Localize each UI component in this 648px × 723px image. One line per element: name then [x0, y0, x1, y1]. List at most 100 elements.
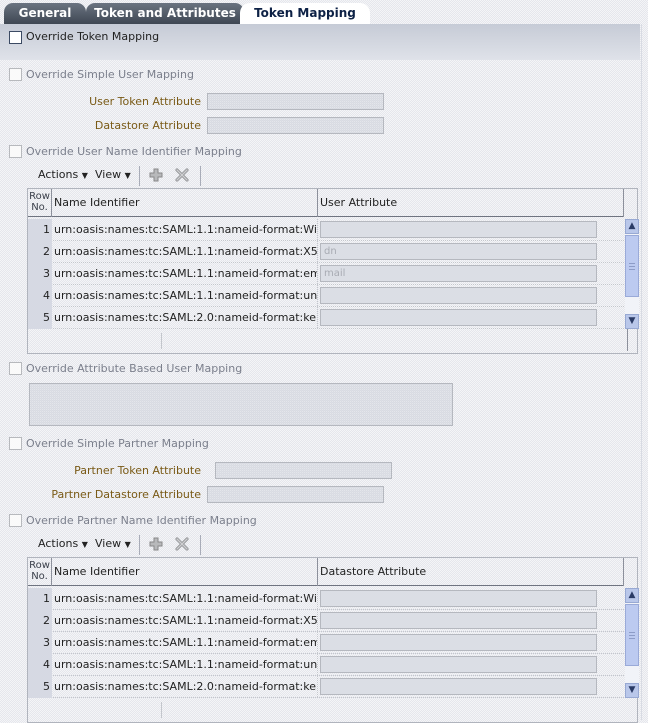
- name-identifier-cell: urn:oasis:names:tc:SAML:1.1:nameid-forma…: [52, 219, 318, 240]
- row-number: 3: [28, 263, 52, 285]
- override-simple-partner-mapping-checkbox[interactable]: [9, 437, 22, 450]
- chevron-down-icon: ▼: [124, 171, 131, 180]
- override-user-name-identifier-mapping-checkbox[interactable]: [9, 145, 22, 158]
- actions-menu[interactable]: Actions ▼: [38, 168, 88, 181]
- add-icon[interactable]: [148, 167, 164, 183]
- override-token-mapping-checkbox[interactable]: [9, 31, 22, 44]
- user-attribute-input[interactable]: dn: [320, 243, 597, 260]
- override-attribute-based-user-mapping-checkbox[interactable]: [9, 362, 22, 375]
- partner-datastore-attribute-input[interactable]: [207, 486, 384, 503]
- table-header: Row No. Name Identifier User Attribute: [28, 189, 624, 217]
- view-menu-label: View: [95, 537, 122, 550]
- table-row[interactable]: 3 urn:oasis:names:tc:SAML:1.1:nameid-for…: [28, 632, 624, 654]
- table-row[interactable]: 5 urn:oasis:names:tc:SAML:2.0:nameid-for…: [28, 676, 624, 698]
- table-header: Row No. Name Identifier Datastore Attribu…: [28, 558, 624, 586]
- tab-general[interactable]: General: [4, 3, 86, 24]
- name-identifier-cell: urn:oasis:names:tc:SAML:2.0:nameid-forma…: [52, 676, 318, 697]
- table-footer: [28, 329, 648, 353]
- table-row[interactable]: 3 urn:oasis:names:tc:SAML:1.1:nameid-for…: [28, 263, 624, 285]
- row-number: 2: [28, 241, 52, 263]
- user-attribute-input[interactable]: [320, 221, 597, 238]
- name-identifier-cell: urn:oasis:names:tc:SAML:1.1:nameid-forma…: [52, 632, 318, 653]
- table-row[interactable]: 5 urn:oasis:names:tc:SAML:2.0:nameid-for…: [28, 307, 624, 329]
- footer-divider: [161, 333, 162, 349]
- table-row[interactable]: 1 urn:oasis:names:tc:SAML:1.1:nameid-for…: [28, 219, 624, 241]
- user-mapping-toolbar: Actions ▼ View ▼: [28, 165, 628, 187]
- chevron-down-icon: ▼: [81, 540, 88, 549]
- user-attribute-input[interactable]: mail: [320, 265, 597, 282]
- datastore-attribute-input[interactable]: [320, 656, 597, 673]
- scroll-thumb[interactable]: [625, 604, 639, 666]
- add-icon[interactable]: [148, 536, 164, 552]
- override-partner-name-identifier-mapping-checkbox[interactable]: [9, 514, 22, 527]
- scroll-grip: [629, 266, 635, 267]
- column-header-row-no: Row No.: [28, 558, 52, 586]
- column-header-name-identifier[interactable]: Name Identifier: [52, 189, 318, 217]
- name-identifier-cell: urn:oasis:names:tc:SAML:1.1:nameid-forma…: [52, 654, 318, 675]
- tab-bar: General Token and Attributes Token Mappi…: [0, 0, 648, 24]
- user-token-attribute-input[interactable]: [207, 93, 384, 110]
- scroll-up-button[interactable]: ▲: [625, 588, 639, 603]
- tab-token-mapping[interactable]: Token Mapping: [240, 3, 370, 24]
- table-row[interactable]: 2 urn:oasis:names:tc:SAML:1.1:nameid-for…: [28, 610, 624, 632]
- table-row[interactable]: 1 urn:oasis:names:tc:SAML:1.1:nameid-for…: [28, 588, 624, 610]
- user-attribute-input[interactable]: [320, 287, 597, 304]
- name-identifier-cell: urn:oasis:names:tc:SAML:2.0:nameid-forma…: [52, 307, 318, 328]
- scroll-up-button[interactable]: ▲: [625, 219, 639, 234]
- row-no-line1: Row: [29, 191, 50, 202]
- row-number: 2: [28, 610, 52, 632]
- row-number: 5: [28, 676, 52, 698]
- view-menu-label: View: [95, 168, 122, 181]
- partner-mapping-toolbar: Actions ▼ View ▼: [28, 534, 628, 556]
- datastore-attribute-input[interactable]: [320, 678, 597, 695]
- attribute-based-user-mapping-textarea[interactable]: [29, 383, 453, 426]
- partner-token-attribute-label: Partner Token Attribute: [74, 464, 201, 477]
- datastore-attribute-input[interactable]: [320, 634, 597, 651]
- toolbar-separator: [139, 166, 140, 186]
- partner-token-attribute-input[interactable]: [215, 462, 392, 479]
- scroll-down-button[interactable]: ▼: [625, 683, 639, 698]
- view-menu[interactable]: View ▼: [95, 168, 131, 181]
- partner-name-identifier-table: Row No. Name Identifier Datastore Attribu…: [27, 557, 639, 723]
- name-identifier-cell: urn:oasis:names:tc:SAML:1.1:nameid-forma…: [52, 241, 318, 262]
- vertical-scrollbar[interactable]: ▲ ▼: [625, 219, 639, 329]
- row-no-line2: No.: [31, 202, 48, 213]
- table-row[interactable]: 4 urn:oasis:names:tc:SAML:1.1:nameid-for…: [28, 654, 624, 676]
- tab-token-and-attributes[interactable]: Token and Attributes: [86, 3, 244, 24]
- panel-right-border: [641, 24, 642, 720]
- scroll-grip: [629, 269, 635, 270]
- column-header-user-attribute[interactable]: User Attribute: [318, 189, 624, 217]
- override-attribute-based-user-mapping-label: Override Attribute Based User Mapping: [26, 362, 243, 375]
- column-header-name-identifier[interactable]: Name Identifier: [52, 558, 318, 586]
- scroll-grip: [629, 635, 635, 636]
- user-attribute-input[interactable]: [320, 309, 597, 326]
- vertical-scrollbar[interactable]: ▲ ▼: [625, 588, 639, 698]
- datastore-attribute-label: Datastore Attribute: [94, 119, 201, 132]
- delete-icon[interactable]: [174, 167, 190, 183]
- datastore-attribute-input[interactable]: [207, 117, 384, 134]
- column-header-datastore-attribute[interactable]: Datastore Attribute: [318, 558, 624, 586]
- override-simple-user-mapping-checkbox[interactable]: [9, 68, 22, 81]
- table-row[interactable]: 4 urn:oasis:names:tc:SAML:1.1:nameid-for…: [28, 285, 624, 307]
- column-header-row-no: Row No.: [28, 189, 52, 217]
- scroll-down-button[interactable]: ▼: [625, 314, 639, 329]
- override-simple-user-mapping-label: Override Simple User Mapping: [26, 68, 194, 81]
- toolbar-separator: [200, 166, 201, 186]
- scroll-thumb[interactable]: [625, 235, 639, 297]
- view-menu[interactable]: View ▼: [95, 537, 131, 550]
- actions-menu-label: Actions: [38, 537, 79, 550]
- scroll-grip: [629, 632, 635, 633]
- delete-icon[interactable]: [174, 536, 190, 552]
- toolbar-separator: [200, 535, 201, 555]
- table-row[interactable]: 2 urn:oasis:names:tc:SAML:1.1:nameid-for…: [28, 241, 624, 263]
- actions-menu[interactable]: Actions ▼: [38, 537, 88, 550]
- datastore-attribute-input[interactable]: [320, 590, 597, 607]
- actions-menu-label: Actions: [38, 168, 79, 181]
- scroll-grip: [629, 263, 635, 264]
- row-no-line1: Row: [29, 560, 50, 571]
- toolbar-separator: [139, 535, 140, 555]
- datastore-attribute-input[interactable]: [320, 612, 597, 629]
- row-number: 1: [28, 219, 52, 241]
- user-token-attribute-label: User Token Attribute: [89, 95, 201, 108]
- name-identifier-cell: urn:oasis:names:tc:SAML:1.1:nameid-forma…: [52, 610, 318, 631]
